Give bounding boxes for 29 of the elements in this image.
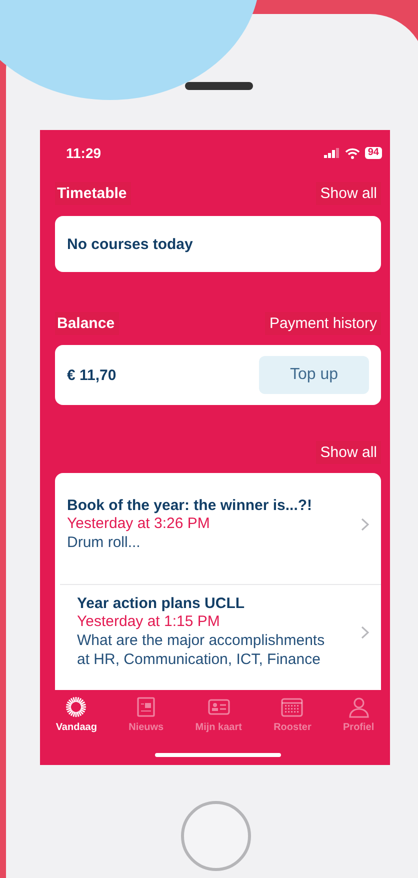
signal-icon xyxy=(324,148,340,158)
chevron-right-icon xyxy=(361,626,369,638)
news-item[interactable]: Year action plans UCLL Yesterday at 1:15 PM What are the major accomplishments at HR, Communication, ICT, Finance xyxy=(60,584,381,677)
news-title: Year action plans UCLL xyxy=(77,595,246,612)
news-item[interactable]: Book of the year: the winner is...?! Yesterday at 3:26 PM Drum roll... xyxy=(55,473,381,584)
calendar-icon xyxy=(281,696,304,718)
sunburst-icon xyxy=(65,696,88,718)
person-icon xyxy=(348,696,370,718)
news-summary: What are the major accomplishments at HR, Communication, ICT, Finance xyxy=(77,631,326,669)
news-title: Book of the year: the winner is...?! xyxy=(67,497,312,514)
chevron-right-icon xyxy=(361,518,369,531)
empty-message: No courses today xyxy=(67,236,193,252)
wifi-icon xyxy=(344,148,360,158)
top-up-button[interactable]: Top up xyxy=(259,356,369,394)
balance-amount: € 11,70 xyxy=(67,366,116,384)
battery-level: 94 xyxy=(364,147,382,159)
section-title: Balance xyxy=(55,312,119,334)
section-title: Timetable xyxy=(55,182,131,204)
show-all-link[interactable]: Show all xyxy=(316,440,381,464)
id-card-icon xyxy=(208,696,230,718)
news-time: Yesterday at 3:26 PM xyxy=(67,515,211,532)
status-time: 11:29 xyxy=(66,145,102,161)
tab-item[interactable]: Vandaag xyxy=(52,696,101,736)
newspaper-icon xyxy=(135,696,158,718)
show-all-link[interactable]: Show all xyxy=(316,182,381,204)
payment-history-link[interactable]: Payment history xyxy=(265,312,381,334)
news-time: Yesterday at 1:15 PM xyxy=(77,613,221,630)
phone-speaker xyxy=(185,82,253,90)
news-summary: Drum roll... xyxy=(67,533,142,552)
